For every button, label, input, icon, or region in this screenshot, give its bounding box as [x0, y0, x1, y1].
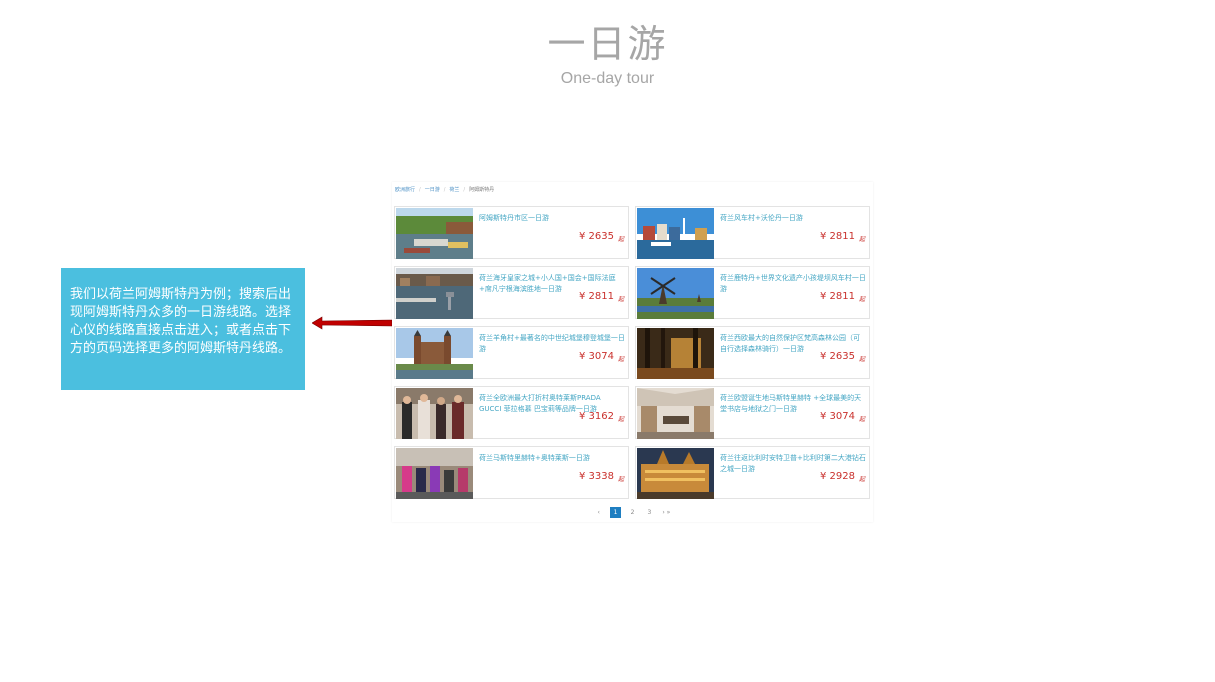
tour-name[interactable]: 荷兰马斯特里赫特+奥特莱斯一日游	[479, 453, 625, 464]
slide-subtitle: One-day tour	[560, 70, 655, 87]
tour-card[interactable]: 荷兰西欧最大的自然保护区梵高森林公园（可自行选择森林骑行）一日游 ¥ 2635 …	[635, 326, 870, 379]
pointer-arrow-icon	[312, 316, 393, 330]
shoppers-photo[interactable]	[396, 388, 473, 439]
breadcrumb-item[interactable]: 荷兰	[449, 187, 459, 193]
tour-price: ¥ 2811	[819, 231, 855, 242]
pagination: ‹ 1 2 3 › »	[392, 507, 873, 518]
tour-card[interactable]: 荷兰欧盟诞生地马斯特里赫特 +全球最美的天堂书店与地狱之门一日游 ¥ 3074 …	[635, 386, 870, 439]
price-suffix: 起	[617, 476, 624, 483]
tour-card[interactable]: 荷兰风车村+沃伦丹一日游 ¥ 2811 起	[635, 206, 870, 259]
breadcrumb-current: 阿姆斯特丹	[469, 187, 495, 193]
tour-card[interactable]: 荷兰海牙皇家之城+小人国+国会+国际法庭+席凡宁根海滨胜地一日游 ¥ 2811 …	[394, 266, 629, 319]
harbor-photo[interactable]	[637, 208, 714, 259]
tour-price: ¥ 2635	[578, 231, 614, 242]
price-suffix: 起	[858, 416, 865, 423]
website-screenshot: 欧洲旅行 / 一日游 / 荷兰 / 阿姆斯特丹 阿姆斯特丹市区一日游 ¥ 2635 起 荷兰…	[392, 182, 873, 522]
price-suffix: 起	[617, 356, 624, 363]
tour-price: ¥ 3162	[578, 411, 614, 422]
price-suffix: 起	[858, 356, 865, 363]
price-suffix: 起	[858, 296, 865, 303]
tour-price: ¥ 2811	[578, 291, 614, 302]
price-suffix: 起	[617, 416, 624, 423]
price-suffix: 起	[858, 236, 865, 243]
castle-photo[interactable]	[396, 328, 473, 379]
pager-page-1[interactable]: 1	[610, 507, 622, 518]
instruction-callout: 我们以荷兰阿姆斯特丹为例；搜索后出现阿姆斯特丹众多的一日游线路。选择心仪的线路直…	[61, 268, 305, 390]
breadcrumb: 欧洲旅行 / 一日游 / 荷兰 / 阿姆斯特丹	[395, 187, 495, 193]
tour-card[interactable]: 荷兰羊角村+最著名的中世纪城堡穆登城堡一日游 ¥ 3074 起	[394, 326, 629, 379]
tour-price: ¥ 3338	[578, 471, 614, 482]
slide-title: 一日游	[547, 22, 668, 66]
pager-next-button[interactable]: › »	[661, 507, 672, 518]
price-suffix: 起	[858, 476, 865, 483]
tour-price: ¥ 3074	[578, 351, 614, 362]
tour-price: ¥ 2811	[819, 291, 855, 302]
street-photo[interactable]	[396, 448, 473, 499]
tour-card[interactable]: 荷兰鹿特丹+世界文化遗产小孩堤坝风车村一日游 ¥ 2811 起	[635, 266, 870, 319]
tour-name[interactable]: 阿姆斯特丹市区一日游	[479, 213, 625, 224]
tour-card[interactable]: 荷兰马斯特里赫特+奥特莱斯一日游 ¥ 3338 起	[394, 446, 629, 499]
tour-card[interactable]: 荷兰全欧洲最大打折村奥特莱斯PRADA GUCCI 菲拉格慕 巴宝莉等品牌一日游…	[394, 386, 629, 439]
tour-name[interactable]: 荷兰风车村+沃伦丹一日游	[720, 213, 866, 224]
breadcrumb-item[interactable]: 一日游	[425, 187, 440, 193]
bookstore-photo[interactable]	[637, 388, 714, 439]
canal-photo[interactable]	[396, 208, 473, 259]
tour-price: ¥ 3074	[819, 411, 855, 422]
pager-prev-button[interactable]: ‹	[593, 507, 604, 518]
price-suffix: 起	[617, 296, 624, 303]
night-city-photo[interactable]	[637, 448, 714, 499]
forest-photo[interactable]	[637, 328, 714, 379]
pager-page-2[interactable]: 2	[627, 507, 638, 518]
windmill-photo[interactable]	[637, 268, 714, 319]
breadcrumb-item[interactable]: 欧洲旅行	[395, 187, 415, 193]
price-suffix: 起	[617, 236, 624, 243]
tour-card[interactable]: 荷兰往返比利时安特卫普+比利时第二大港钻石之城一日游 ¥ 2928 起	[635, 446, 870, 499]
tour-card[interactable]: 阿姆斯特丹市区一日游 ¥ 2635 起	[394, 206, 629, 259]
tour-price: ¥ 2635	[819, 351, 855, 362]
tour-price: ¥ 2928	[819, 471, 855, 482]
heron-canal-photo[interactable]	[396, 268, 473, 319]
pager-page-3[interactable]: 3	[644, 507, 655, 518]
